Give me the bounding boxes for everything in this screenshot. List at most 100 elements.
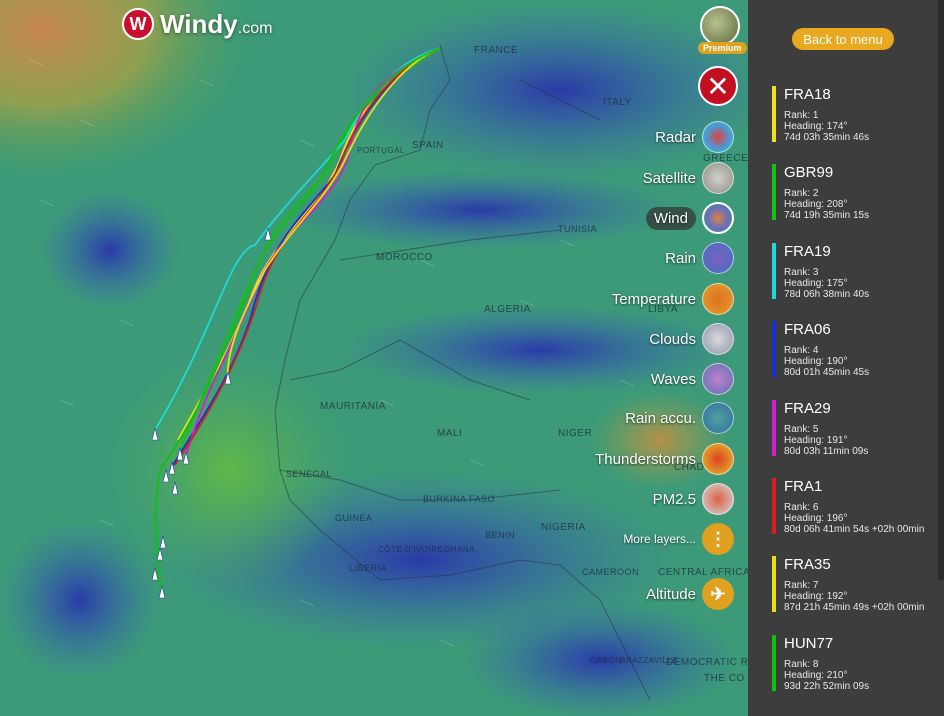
layer-rain-accumulation[interactable]: Rain accu. [625,402,734,434]
windy-logo-text: Windy.com [160,8,273,39]
windy-logo[interactable]: W Windy.com [122,8,272,40]
boat-color-bar [772,321,776,378]
boat-elapsed-time: 87d 21h 45min 49s +02h 00min [784,602,925,614]
airplane-icon: ✈ [702,578,734,610]
more-layers-icon: ⋮ [702,523,734,555]
ranking-entry[interactable]: FRA35 Rank: 7 Heading: 192° 87d 21h 45min 4… [772,556,942,614]
boat-heading: Heading: 191° [784,434,848,446]
boat-rank: Rank: 2 [784,188,819,200]
boat-color-bar [772,164,776,221]
layer-label: More layers... [623,532,696,546]
boat-rank: Rank: 6 [784,502,819,513]
boat-name: FRA06 [784,321,831,339]
boat-name: GBR99 [784,164,834,182]
avatar [700,6,740,46]
layer-wind[interactable]: Wind [645,202,734,234]
layer-label: Rain [665,249,696,267]
close-icon: ✕ [706,70,730,102]
boat-heading: Heading: 175° [784,277,848,289]
country-label: GHANA [444,545,475,554]
layer-label: Rain accu. [625,409,696,427]
boat-elapsed-time: 74d 03h 35min 46s [784,132,870,143]
country-label: ALGERIA [484,304,531,315]
weather-map[interactable]: FRANCE SPAIN PORTUGAL ITALY GREECE TUNIS… [0,0,748,716]
layer-label: Waves [650,370,696,388]
clouds-icon [702,323,734,355]
ranking-entry[interactable]: FRA18 Rank: 1 Heading: 174° 74d 03h 35min 4… [772,86,942,144]
radar-icon [702,121,734,153]
ranking-entry[interactable]: HUN77 Rank: 8 Heading: 210° 93d 22h 52min 0… [772,634,942,693]
thunderstorms-icon [702,443,734,475]
wind-icon [702,202,734,234]
country-label: TUNISIA [558,224,598,234]
boat-name: FRA1 [784,478,823,495]
boat-elapsed-time: 80d 01h 45min 45s [784,367,870,379]
layer-waves[interactable]: Waves [651,363,734,395]
boat-heading: Heading: 196° [784,513,848,524]
ranking-entry[interactable]: FRA06 Rank: 4 Heading: 190° 80d 01h 45min 4… [772,321,942,379]
layer-label: Temperature [611,290,696,308]
country-label: MAURITANIA [320,401,386,412]
user-avatar-button[interactable]: Premium [698,6,747,54]
boat-heading: Heading: 210° [784,669,848,681]
rain-icon [702,242,734,274]
premium-badge: Premium [698,42,747,54]
boat-elapsed-time: 80d 06h 41min 54s +02h 00min [784,524,925,535]
back-to-menu-button[interactable]: Back to menu [792,28,894,50]
layer-label: PM2.5 [652,490,696,508]
boat-elapsed-time: 80d 03h 11min 09s [784,445,869,457]
country-label: CÔTE D'IVOIRE [378,545,444,554]
boat-color-bar [772,86,776,142]
country-label: FRANCE [474,45,519,56]
country-label: GUINEA [335,513,373,523]
boat-color-bar [772,399,776,456]
temperature-icon [702,283,734,315]
waves-icon [702,363,734,395]
layer-label: Satellite [642,169,696,187]
boat-rank: Rank: 7 [784,580,819,592]
layer-label: Altitude [645,585,696,603]
boat-heading: Heading: 190° [784,356,848,368]
layer-label: Thunderstorms [595,450,696,468]
boat-rank: Rank: 4 [784,345,819,357]
country-label: SPAIN [412,140,444,151]
layer-label: Clouds [649,330,696,348]
layer-temperature[interactable]: Temperature [612,283,734,315]
pm25-icon [702,483,734,515]
boat-color-bar [772,556,776,613]
layer-label: Wind [645,206,696,230]
layer-altitude[interactable]: Altitude ✈ [646,578,734,610]
boat-name: FRA29 [784,399,831,417]
layer-pm25[interactable]: PM2.5 [653,483,734,515]
boat-heading: Heading: 192° [784,591,848,603]
layer-menu: Premium ✕ Radar Satellite Wind Rain Temp… [595,0,748,716]
layer-rain[interactable]: Rain [665,242,734,274]
boat-color-bar [772,634,776,691]
satellite-icon [702,162,734,194]
ranking-entry[interactable]: GBR99 Rank: 2 Heading: 208° 74d 19h 35min 1… [772,164,942,222]
country-label: BENIN [485,530,516,540]
boat-color-bar [772,242,776,299]
country-label: SENEGAL [286,469,333,479]
boat-elapsed-time: 74d 19h 35min 15s [784,210,870,222]
country-label: BURKINA FASO [423,494,496,504]
more-layers-button[interactable]: More layers... ⋮ [623,523,734,555]
boat-heading: Heading: 208° [784,199,848,211]
ranking-entry[interactable]: FRA1 Rank: 6 Heading: 196° 80d 06h 41min 54… [772,478,942,536]
country-label: PORTUGAL [357,146,405,155]
layer-radar[interactable]: Radar [655,121,734,153]
boat-rank: Rank: 1 [784,110,819,121]
country-label: LIBERIA [349,563,388,573]
ranking-entry[interactable]: FRA19 Rank: 3 Heading: 175° 78d 06h 38min 4… [772,242,942,301]
country-label: MOROCCO [376,252,433,263]
ranking-entry[interactable]: FRA29 Rank: 5 Heading: 191° 80d 03h 11min 0… [772,399,942,458]
layer-thunderstorms[interactable]: Thunderstorms [595,443,734,475]
country-label: MALI [437,428,463,439]
boat-name: FRA35 [784,556,831,574]
country-label: NIGER [558,428,593,439]
layer-satellite[interactable]: Satellite [643,162,734,194]
boat-elapsed-time: 93d 22h 52min 09s [784,680,870,692]
layer-clouds[interactable]: Clouds [649,323,734,355]
close-button[interactable]: ✕ [698,66,738,106]
boat-rank: Rank: 3 [784,266,819,278]
